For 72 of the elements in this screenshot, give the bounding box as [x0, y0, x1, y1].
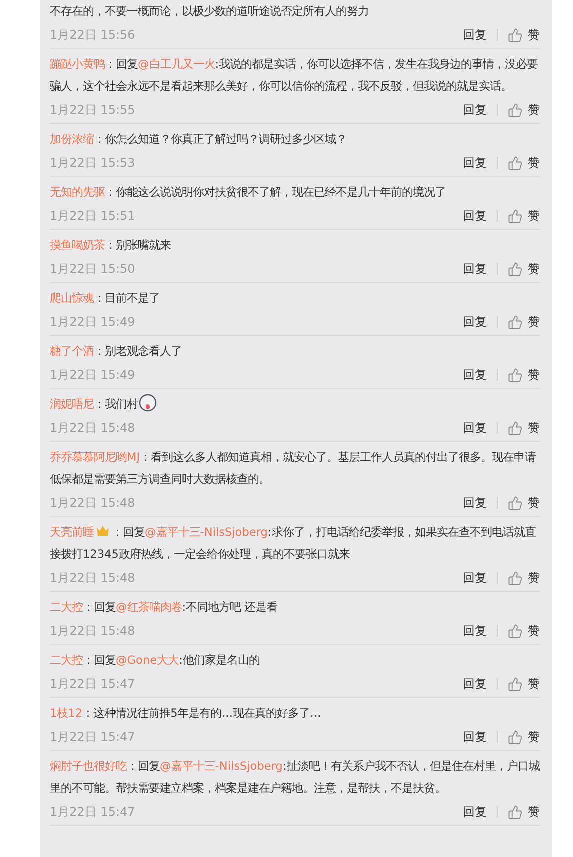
- reply-link[interactable]: 回复: [463, 366, 487, 384]
- thumbs-up-icon[interactable]: [508, 314, 523, 330]
- reply-link[interactable]: 回复: [463, 420, 487, 436]
- like-link[interactable]: 赞: [528, 314, 540, 330]
- comment-time: 1月22日 15:56: [50, 26, 136, 44]
- like-link[interactable]: 赞: [528, 366, 540, 384]
- comment-time: 1月22日 15:48: [50, 622, 136, 640]
- comment-time: 1月22日 15:47: [50, 728, 136, 746]
- comment-text: 乔乔慕慕阿尼哟MJ：看到这么多人都知道真相，就安心了。基层工作人员真的付出了很多。现在申请低保都是需要第三方调查同时大数据核查的。: [50, 450, 538, 488]
- thumbs-up-icon[interactable]: [508, 102, 523, 118]
- comment-text: 加份浓缩：你怎么知道？你真正了解过吗？调研过多少区域？: [50, 132, 348, 148]
- like-link[interactable]: 赞: [528, 622, 540, 640]
- like-link[interactable]: 赞: [528, 208, 540, 224]
- thumbs-up-icon[interactable]: [508, 496, 523, 510]
- reply-link[interactable]: 回复: [463, 622, 487, 640]
- comment-text: 不存在的，不要一概而论，以极少数的道听途说否定所有人的努力: [50, 4, 370, 20]
- like-link[interactable]: 赞: [528, 26, 540, 44]
- thumbs-up-icon[interactable]: [508, 420, 523, 436]
- like-link[interactable]: 赞: [528, 676, 540, 692]
- thumbs-up-icon[interactable]: [508, 730, 523, 744]
- like-link[interactable]: 赞: [528, 260, 540, 278]
- thumbs-up-icon[interactable]: [508, 262, 523, 276]
- comment-time: 1月22日 15:47: [50, 676, 136, 692]
- thumbs-up-icon[interactable]: [508, 624, 523, 638]
- comment-time: 1月22日 15:48: [50, 420, 136, 436]
- comment-text: 润妮唔尼：我们村: [50, 394, 546, 416]
- comment-text: 摸鱼喝奶茶：别张嘴就来: [50, 238, 172, 254]
- comment-text: 焖肘子也很好吃：回复@嘉平十三-NilsSjoberg:扯淡吧！有关系户我不否认，但是住在村里，户口城里的不可能。帮扶需要建立档案，档案是建在户籍地。注意，是帮扶，不是扶贫。: [50, 759, 541, 797]
- comment-time: 1月22日 15:48: [50, 494, 136, 512]
- reply-link[interactable]: 回复: [463, 570, 487, 586]
- comment-time: 1月22日 15:55: [50, 102, 136, 118]
- reply-link[interactable]: 回复: [463, 676, 487, 692]
- comment-text: 天亮前睡 ：回复@嘉平十三-NilsSjoberg:求你了，打电话给纪委举报，如果实在查不到电话就直接拨打12345政府热线，一定会给你处理，真的不要张口就来: [50, 523, 537, 563]
- like-link[interactable]: 赞: [528, 154, 540, 172]
- comment-text: 二大控：回复@红茶喵肉卷:不同地方吧 还是看: [50, 600, 279, 616]
- comment-time: 1月22日 15:53: [50, 154, 136, 172]
- like-link[interactable]: 赞: [528, 420, 540, 436]
- crown-badge-icon: [96, 524, 110, 538]
- thumbs-up-icon[interactable]: [508, 804, 523, 820]
- reply-link[interactable]: 回复: [463, 26, 487, 44]
- comment-time: 1月22日 15:50: [50, 260, 136, 278]
- thumbs-up-icon[interactable]: [508, 570, 523, 586]
- like-link[interactable]: 赞: [528, 494, 540, 512]
- thumbs-up-icon[interactable]: [508, 156, 523, 170]
- reply-link[interactable]: 回复: [463, 804, 487, 820]
- comment-time: 1月22日 15:48: [50, 570, 136, 586]
- comment-time: 1月22日 15:49: [50, 366, 136, 384]
- like-link[interactable]: 赞: [528, 804, 540, 820]
- reply-link[interactable]: 回复: [463, 728, 487, 746]
- comment-text: 二大控：回复@Gone大大:他们家是名山的: [50, 653, 261, 669]
- comment-time: 1月22日 15:49: [50, 314, 136, 330]
- comment-text: 蹦跶小黄鸭：回复@白工几又一火:我说的都是实话，你可以选择不信，发生在我身边的事情，没必要骗人，这个社会永远不是看起来那么美好，你可以信你的流程，我不反驳，但我说的就是实话。: [50, 57, 540, 95]
- reply-link[interactable]: 回复: [463, 208, 487, 224]
- comment-text: 糖了个酒：别老观念看人了: [50, 344, 183, 360]
- comment-time: 1月22日 15:51: [50, 208, 136, 224]
- comment-text: 爬山惊魂：目前不是了: [50, 291, 161, 307]
- reply-link[interactable]: 回复: [463, 260, 487, 278]
- comment-time: 1月22日 15:47: [50, 804, 136, 820]
- like-link[interactable]: 赞: [528, 570, 540, 586]
- reply-link[interactable]: 回复: [463, 154, 487, 172]
- thumbs-up-icon[interactable]: [508, 676, 523, 692]
- like-link[interactable]: 赞: [528, 728, 540, 746]
- reply-link[interactable]: 回复: [463, 102, 487, 118]
- comment-text: 1枝12：这种情况往前推5年是有的…现在真的好多了…: [50, 706, 322, 722]
- emoji-icon: [139, 394, 157, 412]
- thumbs-up-icon[interactable]: [508, 368, 523, 382]
- thumbs-up-icon[interactable]: [508, 208, 523, 224]
- reply-link[interactable]: 回复: [463, 314, 487, 330]
- thumbs-up-icon[interactable]: [508, 28, 523, 42]
- comment-text: 无知的先驱：你能这么说说明你对扶贫很不了解，现在已经不是几十年前的境况了: [50, 185, 447, 201]
- like-link[interactable]: 赞: [528, 102, 540, 118]
- reply-link[interactable]: 回复: [463, 494, 487, 512]
